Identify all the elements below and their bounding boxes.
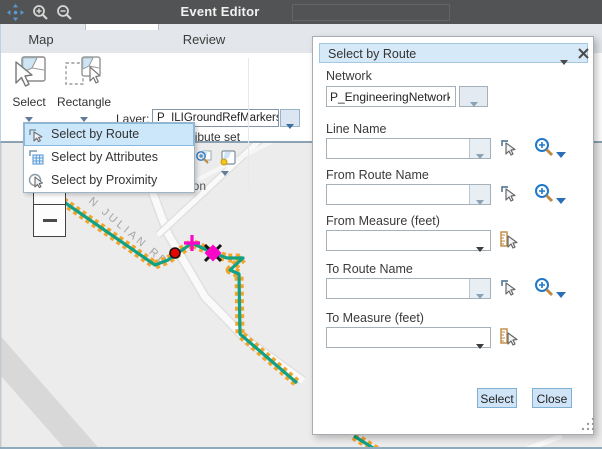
titlebar-ghost-box [292, 4, 450, 21]
to-route-zoom-dropdown-icon[interactable] [556, 285, 566, 303]
select-tool-icon [11, 56, 47, 89]
to-route-zoom-icon[interactable] [534, 277, 554, 297]
from-measure-pick-icon[interactable] [499, 230, 519, 250]
from-measure-label: From Measure (feet) [326, 214, 440, 228]
ribbon-separator [248, 58, 249, 189]
panel-title: Select by Route [328, 47, 416, 61]
app-title: Event Editor [150, 4, 290, 19]
from-route-pick-on-map-icon[interactable] [499, 184, 519, 204]
panel-collapse-button[interactable] [560, 52, 568, 70]
select-by-route-icon [28, 126, 45, 143]
select-button[interactable]: Select [477, 388, 517, 408]
rectangle-tool-icon [64, 56, 104, 89]
from-route-input[interactable] [330, 186, 465, 203]
minus-icon [43, 219, 57, 222]
line-name-combobox [326, 138, 491, 159]
resize-grip[interactable] [580, 417, 596, 431]
network-dropdown-button[interactable] [459, 86, 488, 107]
from-measure-dropdown-icon[interactable] [476, 239, 484, 257]
line-name-input[interactable] [330, 140, 465, 157]
selection-options-icon[interactable] [219, 150, 236, 167]
to-route-combobox [326, 278, 491, 299]
from-route-zoom-dropdown-icon[interactable] [556, 191, 566, 209]
menu-item-select-by-proximity[interactable]: Select by Proximity [24, 169, 194, 192]
from-measure-combobox [326, 230, 491, 251]
select-by-attributes-icon [28, 149, 45, 166]
marker-diamond[interactable] [205, 245, 222, 262]
close-button[interactable]: Close [532, 388, 572, 408]
pan-icon[interactable] [7, 4, 24, 21]
panel-header[interactable]: Select by Route [319, 43, 588, 63]
tab-map[interactable]: Map [17, 32, 65, 47]
to-route-dropdown-button[interactable] [469, 279, 490, 298]
titlebar: Event Editor [0, 0, 602, 24]
line-name-label: Line Name [326, 122, 386, 136]
to-route-pick-on-map-icon[interactable] [499, 278, 519, 298]
map-zoom-out-button[interactable] [33, 204, 66, 237]
panel-close-icon[interactable] [577, 47, 590, 60]
from-route-label: From Route Name [326, 168, 429, 182]
to-measure-pick-icon[interactable] [499, 327, 519, 347]
zoom-out-icon[interactable] [56, 4, 73, 21]
from-measure-input[interactable] [330, 232, 465, 249]
select-tool-button[interactable]: Select [5, 56, 53, 127]
menu-item-select-by-attributes[interactable]: Select by Attributes [24, 146, 194, 169]
line-name-dropdown-button[interactable] [469, 139, 490, 158]
network-label: Network [326, 69, 372, 83]
network-combobox [326, 86, 456, 107]
to-measure-label: To Measure (feet) [326, 311, 424, 325]
select-dropdown-menu: Select by Route Select by Attributes Sel… [23, 122, 195, 193]
network-input[interactable] [330, 88, 450, 105]
selection-options-dropdown-icon[interactable] [221, 171, 229, 176]
select-tool-label: Select [5, 95, 53, 109]
from-route-combobox [326, 184, 491, 205]
line-name-zoom-dropdown-icon[interactable] [556, 145, 566, 163]
zoom-in-icon[interactable] [32, 4, 49, 21]
rectangle-tool-label: Rectangle [55, 95, 113, 109]
to-measure-combobox [326, 327, 491, 348]
layer-dropdown-button[interactable] [280, 109, 300, 127]
select-by-proximity-icon [28, 172, 45, 189]
menu-item-label: Select by Route [51, 127, 139, 141]
pan-to-selection-icon[interactable] [195, 150, 212, 167]
select-by-route-panel: Select by Route Network Line Name [312, 36, 594, 435]
marker-red-point[interactable] [170, 248, 180, 258]
line-name-zoom-icon[interactable] [534, 137, 554, 157]
menu-item-label: Select by Proximity [51, 173, 157, 187]
line-name-pick-on-map-icon[interactable] [499, 138, 519, 158]
map-left-edge [0, 143, 2, 449]
to-route-label: To Route Name [326, 262, 413, 276]
event-editor-window: N JULIAN RD [0, 0, 602, 449]
from-route-zoom-icon[interactable] [534, 183, 554, 203]
to-route-input[interactable] [330, 280, 465, 297]
rectangle-tool-button[interactable]: Rectangle [55, 56, 113, 127]
menu-item-label: Select by Attributes [51, 150, 158, 164]
menu-item-select-by-route[interactable]: Select by Route [24, 123, 194, 146]
tab-review[interactable]: Review [176, 32, 232, 47]
to-measure-input[interactable] [330, 329, 465, 346]
to-measure-dropdown-icon[interactable] [476, 336, 484, 354]
from-route-dropdown-button[interactable] [469, 185, 490, 204]
